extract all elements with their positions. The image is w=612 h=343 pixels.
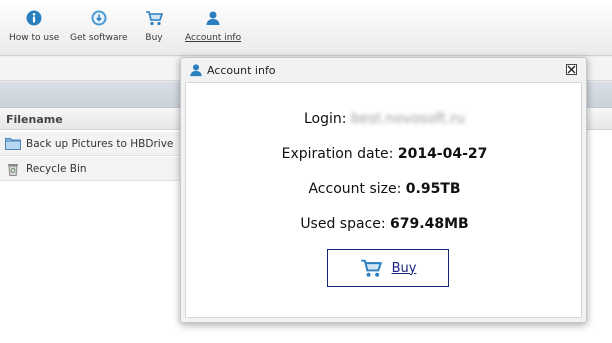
dialog-title-bar[interactable]: Account info: [181, 58, 586, 82]
expiration-value: 2014-04-27: [397, 146, 488, 162]
list-item[interactable]: Recycle Bin: [0, 157, 180, 181]
user-icon: [189, 63, 203, 77]
account-info-button[interactable]: Account info: [185, 8, 241, 43]
cart-icon: [145, 8, 163, 28]
expiration-label: Expiration date:: [281, 146, 394, 162]
account-info-dialog: Account info Login: best.novosoft.ru Exp…: [180, 57, 587, 323]
close-icon: [567, 65, 576, 74]
toolbar: How to use Get software Buy Account info: [0, 0, 612, 56]
account-size-label: Account size:: [308, 181, 402, 197]
account-info-label: Account info: [185, 33, 242, 43]
how-to-use-button[interactable]: How to use: [9, 8, 59, 43]
get-software-label: Get software: [70, 33, 128, 43]
dialog-title: Account info: [207, 63, 276, 77]
used-space-row: Used space: 679.48MB: [186, 216, 583, 232]
info-icon: [26, 8, 42, 28]
buy-toolbar-button[interactable]: Buy: [145, 8, 163, 43]
list-item-label: Back up Pictures to HBDrive: [26, 137, 174, 150]
buy-toolbar-label: Buy: [145, 33, 163, 43]
buy-button-label: Buy: [391, 260, 417, 276]
login-label: Login:: [303, 111, 347, 127]
account-size-row: Account size: 0.95TB: [186, 181, 583, 197]
login-row: Login: best.novosoft.ru: [186, 111, 583, 127]
list-item[interactable]: Back up Pictures to HBDrive: [0, 132, 180, 156]
account-size-value: 0.95TB: [405, 181, 461, 197]
close-button[interactable]: [566, 64, 577, 75]
user-icon: [205, 8, 221, 28]
buy-button[interactable]: Buy: [327, 249, 449, 287]
used-space-label: Used space:: [300, 216, 386, 232]
expiration-row: Expiration date: 2014-04-27: [186, 146, 583, 162]
cart-icon: [360, 258, 382, 278]
get-software-button[interactable]: Get software: [70, 8, 128, 43]
folder-icon: [5, 137, 21, 151]
list-item-label: Recycle Bin: [26, 162, 87, 175]
dialog-body: Login: best.novosoft.ru Expiration date:…: [185, 82, 582, 318]
recycle-bin-icon: [5, 162, 21, 176]
used-space-value: 679.48MB: [390, 216, 469, 232]
how-to-use-label: How to use: [9, 33, 60, 43]
download-disc-icon: [91, 8, 107, 28]
login-value: best.novosoft.ru: [350, 111, 466, 127]
